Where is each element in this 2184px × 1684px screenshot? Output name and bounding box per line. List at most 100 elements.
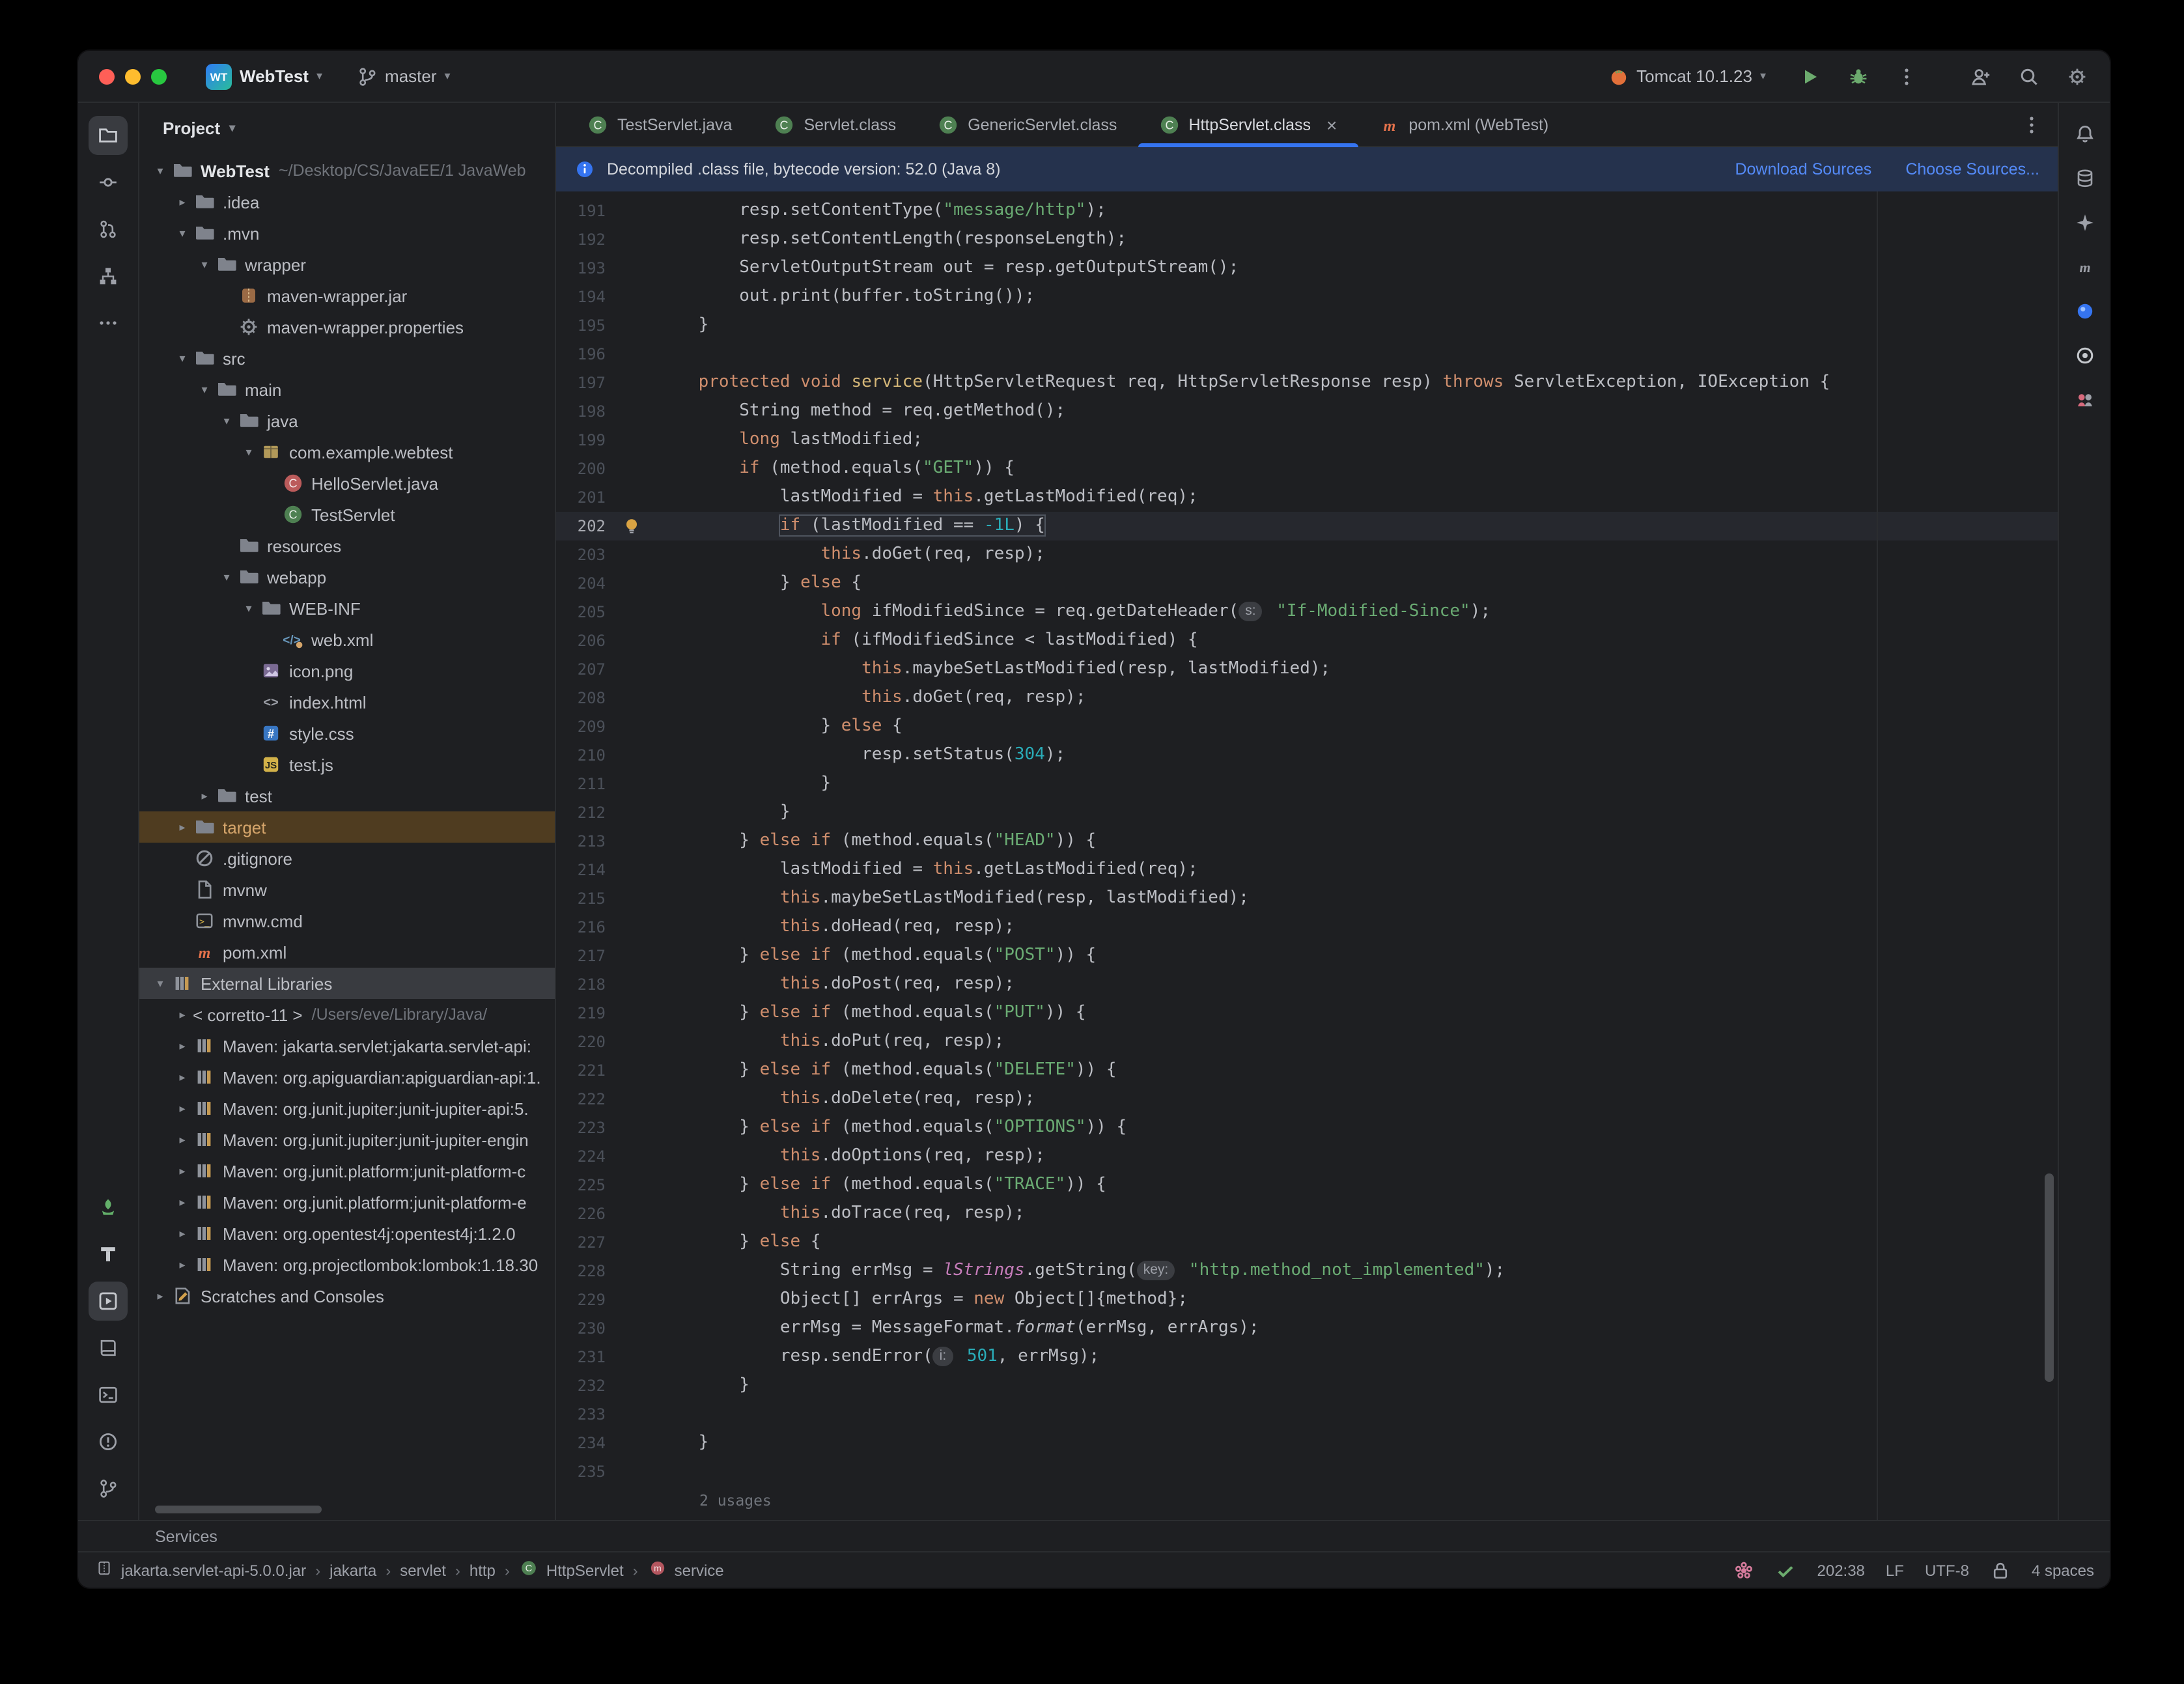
structure-tool-icon[interactable] bbox=[89, 257, 128, 296]
tree-row[interactable]: ▾ wrapper bbox=[139, 249, 555, 280]
choose-sources-link[interactable]: Choose Sources... bbox=[1905, 160, 2039, 178]
chevron-down-icon[interactable]: ▾ bbox=[238, 601, 259, 615]
line-number[interactable]: 230 bbox=[556, 1314, 606, 1343]
line-number[interactable]: 222 bbox=[556, 1085, 606, 1114]
editor-tab[interactable]: C HttpServlet.class × bbox=[1138, 103, 1358, 147]
tree-row[interactable]: ▾ com.example.webtest bbox=[139, 436, 555, 468]
chevron-right-icon[interactable]: ▸ bbox=[172, 820, 193, 834]
line-number[interactable]: 203 bbox=[556, 540, 606, 569]
code-line[interactable]: 229 Object[] errArgs = new Object[]{meth… bbox=[556, 1285, 2058, 1314]
tree-row[interactable]: </> web.xml bbox=[139, 624, 555, 655]
chevron-down-icon[interactable]: ▾ bbox=[194, 382, 215, 397]
line-number[interactable]: 195 bbox=[556, 311, 606, 340]
tomcat-tool-icon[interactable] bbox=[89, 1235, 128, 1274]
line-number[interactable]: 193 bbox=[556, 254, 606, 283]
project-tool-icon[interactable] bbox=[89, 116, 128, 155]
chevron-down-icon[interactable]: ▾ bbox=[150, 976, 171, 990]
line-number[interactable]: 215 bbox=[556, 884, 606, 913]
chevron-right-icon[interactable]: ▸ bbox=[172, 1007, 193, 1022]
line-number[interactable]: 225 bbox=[556, 1171, 606, 1200]
editor-tab[interactable]: C GenericServlet.class bbox=[917, 103, 1138, 146]
line-number[interactable]: 228 bbox=[556, 1257, 606, 1285]
close-window-button[interactable] bbox=[99, 68, 115, 84]
line-number[interactable]: 191 bbox=[556, 197, 606, 225]
tree-row[interactable]: ▾ .mvn bbox=[139, 218, 555, 249]
tree-row[interactable]: maven-wrapper.jar bbox=[139, 280, 555, 311]
settings-icon[interactable] bbox=[2063, 62, 2092, 91]
breadcrumb-item[interactable]: jakarta bbox=[329, 1561, 376, 1579]
code-line[interactable]: 195 } bbox=[556, 311, 2058, 340]
code-editor[interactable]: 191 resp.setContentType("message/http");… bbox=[556, 191, 2058, 1520]
more-actions-icon[interactable] bbox=[1892, 62, 1921, 91]
code-line[interactable]: 231 resp.sendError(i: 501, errMsg); bbox=[556, 1343, 2058, 1371]
tree-row[interactable]: # style.css bbox=[139, 718, 555, 749]
chevron-right-icon[interactable]: ▸ bbox=[172, 1039, 193, 1053]
breadcrumb-item[interactable]: http bbox=[469, 1561, 496, 1579]
tree-row[interactable]: ▸ Maven: org.apiguardian:apiguardian-api:… bbox=[139, 1061, 555, 1093]
tree-row[interactable]: ▾ WEB-INF bbox=[139, 593, 555, 624]
editor-tab[interactable]: C Servlet.class bbox=[753, 103, 917, 146]
download-sources-link[interactable]: Download Sources bbox=[1735, 160, 1871, 178]
line-number[interactable]: 209 bbox=[556, 712, 606, 741]
code-line[interactable]: 232 } bbox=[556, 1371, 2058, 1400]
line-separator[interactable]: LF bbox=[1886, 1561, 1904, 1579]
line-number[interactable]: 206 bbox=[556, 626, 606, 655]
code-with-me-icon[interactable] bbox=[1967, 62, 1995, 91]
code-line[interactable]: 227 } else { bbox=[556, 1228, 2058, 1257]
chevron-down-icon[interactable]: ▾ bbox=[194, 257, 215, 272]
code-line[interactable]: 214 lastModified = this.getLastModified(… bbox=[556, 856, 2058, 884]
line-number[interactable]: 221 bbox=[556, 1056, 606, 1085]
tree-row[interactable]: ▾ java bbox=[139, 405, 555, 436]
code-line[interactable]: 200 if (method.equals("GET")) { bbox=[556, 455, 2058, 483]
plugin-blue-icon[interactable] bbox=[2066, 293, 2103, 330]
tree-row[interactable]: ▸ target bbox=[139, 811, 555, 843]
code-line[interactable]: 213 } else if (method.equals("HEAD")) { bbox=[556, 827, 2058, 856]
chevron-right-icon[interactable]: ▸ bbox=[194, 789, 215, 803]
code-line[interactable]: 210 resp.setStatus(304); bbox=[556, 741, 2058, 770]
intention-bulb-icon[interactable] bbox=[606, 512, 658, 540]
code-line[interactable]: 196 bbox=[556, 340, 2058, 369]
breadcrumb-item[interactable]: servlet bbox=[400, 1561, 446, 1579]
line-number[interactable]: 217 bbox=[556, 942, 606, 970]
line-number[interactable]: 232 bbox=[556, 1371, 606, 1400]
tree-row[interactable]: ▸ Maven: org.projectlombok:lombok:1.18.30 bbox=[139, 1249, 555, 1280]
code-line[interactable]: 226 this.doTrace(req, resp); bbox=[556, 1200, 2058, 1228]
tree-row[interactable]: icon.png bbox=[139, 655, 555, 686]
code-line[interactable]: 225 } else if (method.equals("TRACE")) { bbox=[556, 1171, 2058, 1200]
tree-row[interactable]: ▾ webapp bbox=[139, 561, 555, 593]
problems-tool-icon[interactable] bbox=[89, 1422, 128, 1461]
code-line[interactable]: 221 } else if (method.equals("DELETE")) … bbox=[556, 1056, 2058, 1085]
search-everywhere-icon[interactable] bbox=[2015, 62, 2043, 91]
chevron-down-icon[interactable]: ▾ bbox=[172, 226, 193, 240]
line-number[interactable]: 235 bbox=[556, 1457, 606, 1486]
usages-hint[interactable]: 2 usages bbox=[556, 1486, 2058, 1515]
tree-row[interactable]: ▸ Maven: org.junit.platform:junit-platfor… bbox=[139, 1186, 555, 1218]
code-line[interactable]: 208 this.doGet(req, resp); bbox=[556, 684, 2058, 712]
chevron-right-icon[interactable]: ▸ bbox=[172, 1101, 193, 1116]
line-number[interactable]: 233 bbox=[556, 1400, 606, 1429]
zoom-window-button[interactable] bbox=[151, 68, 167, 84]
services-tool-icon[interactable] bbox=[89, 1282, 128, 1321]
tree-row[interactable]: m pom.xml bbox=[139, 936, 555, 968]
line-number[interactable]: 207 bbox=[556, 655, 606, 684]
code-line[interactable]: 194 out.print(buffer.toString()); bbox=[556, 283, 2058, 311]
tree-row[interactable]: ▸ Maven: jakarta.servlet:jakarta.servlet-… bbox=[139, 1030, 555, 1061]
tree-row[interactable]: ▾ WebTest ~/Desktop/CS/JavaEE/1 JavaWeb bbox=[139, 155, 555, 186]
line-number[interactable]: 212 bbox=[556, 798, 606, 827]
tree-row[interactable]: ▾ main bbox=[139, 374, 555, 405]
editor-tab[interactable]: C TestServlet.java bbox=[567, 103, 753, 146]
code-line[interactable]: 235 bbox=[556, 1457, 2058, 1486]
run-button[interactable] bbox=[1796, 62, 1825, 91]
tree-row[interactable]: ▸ .idea bbox=[139, 186, 555, 218]
services-tab[interactable]: Services bbox=[155, 1527, 217, 1545]
code-line[interactable]: 211 } bbox=[556, 770, 2058, 798]
readonly-lock-icon[interactable] bbox=[1990, 1560, 2011, 1580]
run-config-widget[interactable]: Tomcat 10.1.23 ▾ bbox=[1597, 61, 1776, 92]
tree-row[interactable]: ▸ Maven: org.junit.jupiter:junit-jupiter-… bbox=[139, 1124, 555, 1155]
line-number[interactable]: 205 bbox=[556, 598, 606, 626]
chevron-right-icon[interactable]: ▸ bbox=[150, 1289, 171, 1303]
code-line[interactable]: 191 resp.setContentType("message/http"); bbox=[556, 197, 2058, 225]
indent-config[interactable]: 4 spaces bbox=[2032, 1561, 2094, 1579]
profiler-icon[interactable] bbox=[1734, 1560, 1755, 1580]
tab-options-icon[interactable] bbox=[2021, 114, 2042, 135]
